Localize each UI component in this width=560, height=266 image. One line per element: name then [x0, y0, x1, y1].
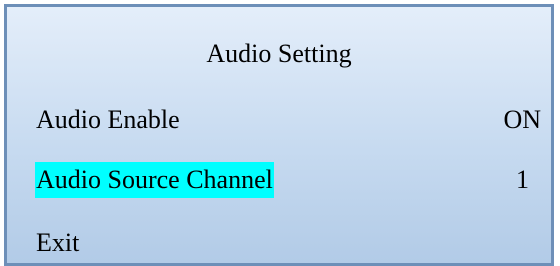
menu-title: Audio Setting: [206, 39, 352, 68]
audio-source-channel-label: Audio Source Channel: [35, 162, 274, 198]
menu-item-audio-enable[interactable]: Audio Enable ON: [35, 102, 541, 138]
exit-label: Exit: [36, 228, 80, 257]
menu-item-audio-source-channel[interactable]: Audio Source Channel 1: [35, 162, 541, 198]
menu-item-exit[interactable]: Exit: [35, 225, 541, 261]
audio-setting-menu: Audio Setting Audio Enable ON Audio Sour…: [4, 4, 554, 266]
audio-source-channel-value: 1: [516, 165, 529, 194]
audio-enable-value: ON: [503, 105, 541, 134]
audio-enable-label: Audio Enable: [36, 105, 180, 134]
